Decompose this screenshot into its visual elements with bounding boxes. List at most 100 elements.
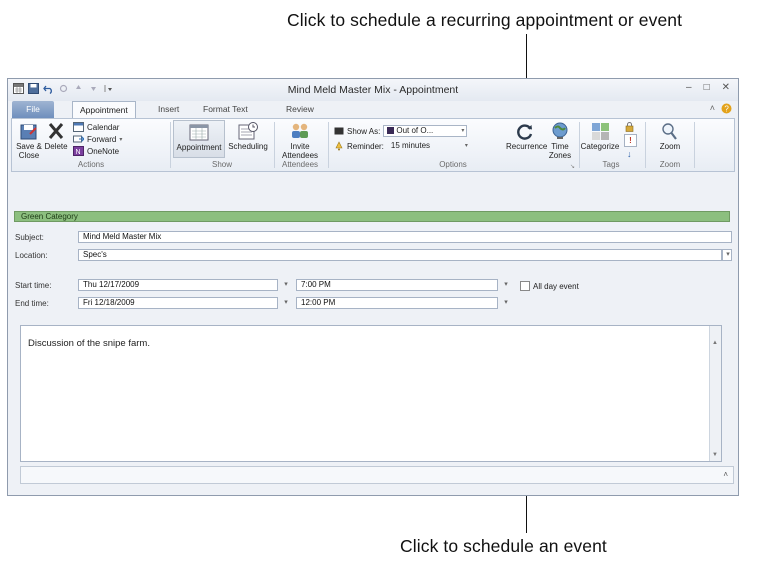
appointment-window: Mind Meld Master Mix - Appointment – □ ✕… bbox=[7, 78, 739, 496]
show-as-control: Show As: Out of O... ▾ bbox=[334, 125, 468, 137]
reminder-value: 15 minutes bbox=[390, 141, 431, 150]
checkbox-icon[interactable] bbox=[520, 281, 530, 291]
vertical-scrollbar[interactable]: ▲ ▼ bbox=[709, 326, 721, 461]
svg-text:N: N bbox=[76, 149, 81, 156]
start-time-dropdown-icon[interactable]: ▾ bbox=[501, 280, 511, 290]
high-importance-button[interactable]: ! bbox=[624, 134, 637, 147]
magnifier-icon bbox=[662, 123, 677, 140]
start-time-field[interactable]: 7:00 PM bbox=[296, 279, 498, 291]
end-date-dropdown-icon[interactable]: ▾ bbox=[281, 298, 291, 308]
tab-review[interactable]: Review bbox=[279, 101, 321, 118]
location-field[interactable]: Spec's bbox=[78, 249, 722, 261]
low-importance-button[interactable]: ↓ bbox=[627, 149, 632, 159]
group-attendees-label: Attendees bbox=[281, 160, 319, 169]
expand-people-pane-icon[interactable]: ˄ bbox=[723, 470, 728, 479]
start-date-field[interactable]: Thu 12/17/2009 bbox=[78, 279, 278, 291]
zoom-button[interactable]: Zoom bbox=[655, 122, 685, 151]
scheduling-label: Scheduling bbox=[228, 142, 268, 151]
close-icon[interactable]: ✕ bbox=[722, 82, 730, 93]
options-dialog-launcher[interactable]: ↘ bbox=[570, 163, 575, 170]
tab-insert[interactable]: Insert bbox=[151, 101, 186, 118]
recurrence-label: Recurrence bbox=[506, 142, 548, 151]
appointment-view-button[interactable]: Appointment bbox=[173, 120, 225, 158]
calendar-label: Calendar bbox=[87, 122, 120, 132]
zoom-label: Zoom bbox=[659, 142, 681, 151]
minimize-ribbon-icon[interactable]: ˄ bbox=[710, 103, 715, 116]
tab-appointment[interactable]: Appointment bbox=[72, 101, 136, 118]
scroll-down-icon[interactable]: ▼ bbox=[712, 452, 718, 458]
time-zones-button[interactable]: Time Zones bbox=[546, 122, 574, 160]
subject-field[interactable]: Mind Meld Master Mix bbox=[78, 231, 732, 243]
category-bar: Green Category bbox=[14, 211, 730, 222]
minimize-icon[interactable]: – bbox=[686, 82, 692, 93]
message-body[interactable]: Discussion of the snipe farm. ▲ ▼ bbox=[20, 325, 722, 462]
status-color-icon bbox=[387, 127, 395, 135]
show-as-label: Show As: bbox=[347, 126, 381, 136]
end-time-label: End time: bbox=[15, 299, 49, 308]
end-date-field[interactable]: Fri 12/18/2009 bbox=[78, 297, 278, 309]
show-as-dropdown[interactable]: Out of O... ▾ bbox=[383, 125, 468, 137]
chevron-down-icon[interactable]: ▾ bbox=[724, 250, 732, 260]
message-body-text[interactable]: Discussion of the snipe farm. bbox=[28, 338, 150, 349]
show-as-dropdown-icon[interactable]: ▾ bbox=[461, 126, 464, 136]
scroll-up-icon[interactable]: ▲ bbox=[712, 340, 718, 346]
forward-icon bbox=[73, 135, 84, 143]
time-zones-label: Time Zones bbox=[548, 142, 572, 160]
save-close-label: Save & Close bbox=[16, 142, 42, 160]
appointment-view-label: Appointment bbox=[176, 143, 222, 152]
title-bar: Mind Meld Master Mix - Appointment – □ ✕ bbox=[8, 79, 738, 101]
recurrence-button[interactable]: Recurrence bbox=[506, 122, 548, 151]
calendar-icon bbox=[73, 122, 84, 132]
forward-label: Forward bbox=[87, 134, 117, 144]
categorize-button[interactable]: Categorize bbox=[580, 122, 620, 151]
end-time-field[interactable]: 12:00 PM bbox=[296, 297, 498, 309]
tab-file[interactable]: File bbox=[12, 101, 54, 118]
calendar-button[interactable]: Calendar bbox=[73, 122, 119, 132]
callout-event: Click to schedule an event bbox=[400, 536, 607, 556]
delete-button[interactable]: Delete bbox=[43, 122, 69, 151]
end-time-dropdown-icon[interactable]: ▾ bbox=[501, 298, 511, 308]
reminder-dropdown-icon[interactable]: ▾ bbox=[465, 141, 468, 151]
group-zoom-label: Zoom bbox=[659, 160, 681, 169]
categorize-label: Categorize bbox=[580, 142, 620, 151]
invite-attendees-icon bbox=[292, 123, 308, 138]
invite-attendees-button[interactable]: Invite Attendees bbox=[278, 122, 322, 160]
onenote-icon: N bbox=[73, 146, 84, 156]
reminder-control: Reminder: 15 minutes ▾ bbox=[334, 140, 471, 152]
window-title: Mind Meld Master Mix - Appointment bbox=[287, 84, 459, 96]
group-actions-label: Actions bbox=[77, 160, 105, 169]
tab-format-text[interactable]: Format Text bbox=[196, 101, 255, 118]
start-time-label: Start time: bbox=[15, 281, 52, 290]
delete-icon bbox=[48, 123, 64, 139]
group-separator bbox=[645, 122, 646, 168]
ribbon-tabs: File Appointment Insert Format Text Revi… bbox=[8, 101, 738, 118]
private-button[interactable] bbox=[625, 122, 634, 132]
save-close-icon bbox=[20, 124, 37, 140]
save-close-button[interactable]: Save & Close bbox=[16, 122, 42, 160]
callout-recurrence: Click to schedule a recurring appointmen… bbox=[287, 10, 683, 30]
start-date-dropdown-icon[interactable]: ▾ bbox=[281, 280, 291, 290]
maximize-icon[interactable]: □ bbox=[704, 82, 710, 93]
help-icon[interactable]: ? bbox=[721, 103, 732, 116]
onenote-button[interactable]: N OneNote bbox=[73, 146, 119, 156]
scheduling-button[interactable]: Scheduling bbox=[226, 122, 270, 151]
invite-attendees-label: Invite Attendees bbox=[281, 142, 319, 160]
scheduling-icon bbox=[238, 122, 258, 140]
ribbon: Save & Close Delete Calendar Forward ▾ N… bbox=[11, 118, 735, 172]
location-dropdown[interactable]: ▾ bbox=[722, 249, 732, 261]
group-separator bbox=[694, 122, 695, 168]
lock-icon bbox=[625, 122, 634, 132]
all-day-event-checkbox[interactable]: All day event bbox=[520, 281, 579, 291]
group-show-label: Show bbox=[211, 160, 232, 169]
forward-button[interactable]: Forward ▾ bbox=[73, 134, 122, 144]
onenote-label: OneNote bbox=[87, 146, 120, 156]
globe-icon bbox=[552, 122, 568, 139]
show-as-icon bbox=[334, 127, 344, 135]
all-day-event-label: All day event bbox=[533, 281, 579, 291]
appointment-icon bbox=[189, 124, 209, 141]
reminder-icon bbox=[335, 141, 343, 151]
forward-dropdown-icon[interactable]: ▾ bbox=[119, 136, 122, 143]
people-pane-bar: ˄ bbox=[20, 466, 734, 484]
reminder-dropdown[interactable]: 15 minutes ▾ bbox=[387, 140, 471, 152]
down-arrow-icon: ↓ bbox=[627, 149, 632, 159]
